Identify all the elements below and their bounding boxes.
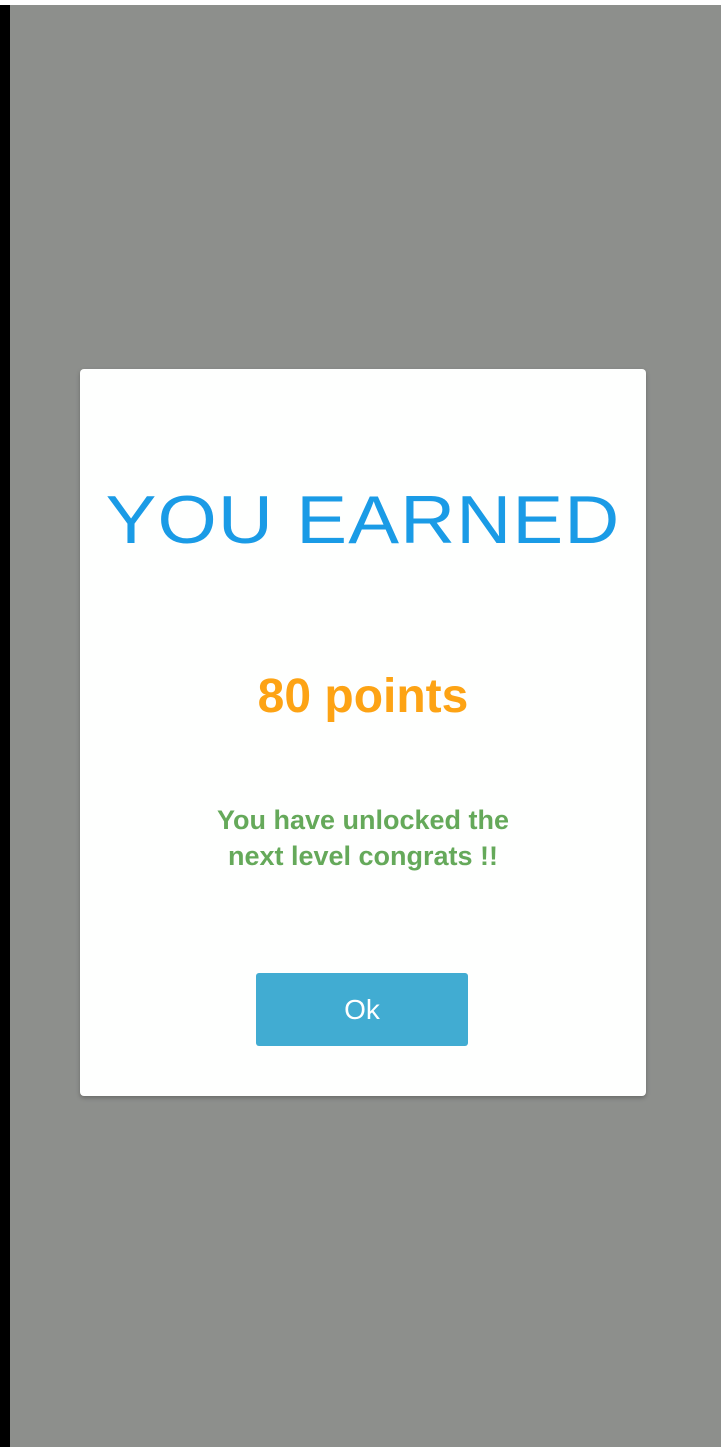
reward-dialog: YOU EARNED 80 points You have unlocked t… (80, 369, 646, 1096)
points-earned: 80 points (257, 670, 469, 723)
unlock-message: You have unlocked the next level congrat… (216, 805, 510, 871)
dialog-title: YOU EARNED (105, 482, 621, 558)
ok-button[interactable]: Ok (256, 973, 468, 1046)
